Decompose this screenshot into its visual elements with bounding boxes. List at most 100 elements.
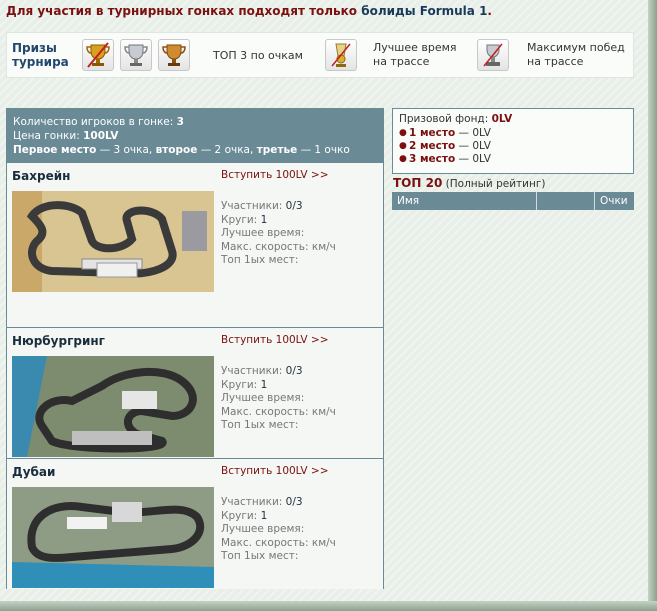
prizes-label-line1: Призы bbox=[12, 41, 57, 55]
join-race-button[interactable]: Вступить 100LV >> bbox=[221, 465, 329, 477]
track-card-dubai: Дубаи Вступить 100LV >> Участники: 0/3 К… bbox=[7, 458, 383, 589]
best-time-line1: Лучшее время bbox=[373, 41, 457, 54]
players-count: Количество игроков в гонке: 3 bbox=[13, 115, 383, 129]
prize-max-wins-label: Максимум побед на трассе bbox=[527, 41, 625, 69]
laps-label: Круги: bbox=[221, 378, 261, 391]
place-value: — 0LV bbox=[455, 153, 491, 165]
notice-text: Для участия в турнирных гонках подходят … bbox=[6, 4, 362, 18]
track-card-nurburgring: Нюрбургринг Вступить 100LV >> Участники:… bbox=[7, 327, 383, 458]
prize-best-time-label: Лучшее время на трассе bbox=[373, 41, 457, 69]
notice-end: . bbox=[487, 4, 492, 18]
tracks-panel: Количество игроков в гонке: 3 Цена гонки… bbox=[6, 108, 384, 589]
players-label: Количество игроков в гонке: bbox=[13, 116, 177, 128]
track-name: Нюрбургринг bbox=[12, 334, 105, 348]
track-map-image bbox=[12, 487, 214, 588]
page-right-border bbox=[648, 0, 657, 611]
prizes-label: Призы турнира bbox=[12, 41, 69, 69]
list-item: 2 место — 0LV bbox=[399, 140, 627, 153]
participants-label: Участники: bbox=[221, 496, 286, 508]
track-name: Бахрейн bbox=[12, 169, 71, 183]
first-place-label: Первое место bbox=[13, 144, 97, 156]
stat-laps: Круги: 1 bbox=[221, 214, 336, 228]
column-divider bbox=[536, 192, 537, 210]
track-name: Дубаи bbox=[12, 465, 56, 479]
stat-max-speed: Макс. скорость: км/ч bbox=[221, 536, 336, 549]
stat-laps: Круги: 1 bbox=[221, 510, 336, 524]
column-name[interactable]: Имя bbox=[397, 195, 419, 207]
stat-participants: Участники: 0/3 bbox=[221, 200, 336, 214]
stat-best-time: Лучшее время: bbox=[221, 392, 305, 404]
prizes-label-line2: турнира bbox=[12, 55, 69, 69]
top20-heading: ТОП 20 (Полный рейтинг) bbox=[393, 176, 545, 190]
column-divider bbox=[594, 192, 595, 210]
fund-value: 0LV bbox=[491, 113, 513, 125]
gold-cup-icon bbox=[82, 39, 114, 71]
best-time-line2: на трассе bbox=[373, 55, 430, 68]
place-label: 1 место bbox=[409, 127, 456, 139]
place-label: 2 место bbox=[409, 140, 456, 152]
stat-best-time: Лучшее время: bbox=[221, 523, 305, 535]
stat-max-speed: Макс. скорость: км/ч bbox=[221, 405, 336, 418]
third-place-label: третье bbox=[256, 144, 298, 156]
laps-value: 1 bbox=[260, 509, 268, 522]
best-time-trophy-icon bbox=[325, 39, 357, 71]
rating-table-header: Имя Очки bbox=[392, 192, 634, 210]
price-label: Цена гонки: bbox=[13, 130, 84, 142]
place-value: — 0LV bbox=[455, 140, 491, 152]
top20-title: ТОП 20 bbox=[393, 176, 443, 190]
formula1-link[interactable]: болиды Formula 1 bbox=[361, 4, 487, 18]
track-stats: Участники: 0/3 Круги: 1 Лучшее время: Ма… bbox=[221, 496, 336, 564]
participants-value: 0/3 bbox=[285, 365, 303, 377]
place-value: — 0LV bbox=[455, 127, 491, 139]
track-card-bahrain: Бахрейн Вступить 100LV >> Участники: 0/3… bbox=[7, 162, 383, 293]
points-rules: Первое место — 3 очка, второе — 2 очка, … bbox=[13, 143, 383, 157]
race-price: Цена гонки: 100LV bbox=[13, 129, 383, 143]
stat-participants: Участники: 0/3 bbox=[221, 496, 336, 510]
silver-cup-icon bbox=[120, 39, 152, 71]
stat-top-first: Топ 1ых мест: bbox=[221, 419, 299, 431]
join-race-button[interactable]: Вступить 100LV >> bbox=[221, 169, 329, 181]
players-value: 3 bbox=[176, 116, 184, 128]
third-place-text: — 1 очко bbox=[297, 144, 350, 156]
stat-participants: Участники: 0/3 bbox=[221, 365, 336, 379]
race-info-header: Количество игроков в гонке: 3 Цена гонки… bbox=[7, 109, 383, 162]
second-place-text: — 2 очка, bbox=[197, 144, 257, 156]
stat-max-speed: Макс. скорость: км/ч bbox=[221, 240, 336, 253]
tournament-prizes-bar: Призы турнира ТОП 3 по очкам Лучшее врем… bbox=[6, 32, 634, 78]
bronze-cup-icon bbox=[158, 39, 190, 71]
track-stats: Участники: 0/3 Круги: 1 Лучшее время: Ма… bbox=[221, 365, 336, 433]
laps-value: 1 bbox=[260, 378, 268, 391]
place-label: 3 место bbox=[409, 153, 456, 165]
prize-fund-total: Призовой фонд: 0LV bbox=[399, 113, 627, 125]
stat-top-first: Топ 1ых мест: bbox=[221, 550, 299, 562]
page-bottom-border bbox=[0, 601, 657, 611]
track-stats: Участники: 0/3 Круги: 1 Лучшее время: Ма… bbox=[221, 200, 336, 268]
prize-fund-box: Призовой фонд: 0LV 1 место — 0LV 2 место… bbox=[392, 108, 634, 174]
participants-label: Участники: bbox=[221, 365, 286, 377]
prize-places-list: 1 место — 0LV 2 место — 0LV 3 место — 0L… bbox=[399, 127, 627, 166]
fund-label: Призовой фонд: bbox=[399, 113, 492, 125]
stat-top-first: Топ 1ых мест: bbox=[221, 254, 299, 266]
laps-label: Круги: bbox=[221, 509, 261, 522]
participants-value: 0/3 bbox=[285, 200, 303, 212]
first-place-text: — 3 очка, bbox=[96, 144, 156, 156]
second-place-label: второе bbox=[155, 144, 198, 156]
tournament-notice: Для участия в турнирных гонках подходят … bbox=[6, 4, 492, 18]
join-race-button[interactable]: Вступить 100LV >> bbox=[221, 334, 329, 346]
column-points[interactable]: Очки bbox=[600, 195, 628, 207]
max-wins-line2: на трассе bbox=[527, 55, 584, 68]
full-rating-link[interactable]: (Полный рейтинг) bbox=[442, 178, 546, 190]
list-item: 3 место — 0LV bbox=[399, 153, 627, 166]
list-item: 1 место — 0LV bbox=[399, 127, 627, 140]
stat-laps: Круги: 1 bbox=[221, 379, 336, 393]
laps-label: Круги: bbox=[221, 213, 261, 226]
max-wins-line1: Максимум побед bbox=[527, 41, 625, 54]
track-map-image bbox=[12, 356, 214, 457]
stat-best-time: Лучшее время: bbox=[221, 227, 305, 239]
track-map-image bbox=[12, 191, 214, 292]
prize-top3-label: ТОП 3 по очкам bbox=[213, 49, 303, 62]
participants-value: 0/3 bbox=[285, 496, 303, 508]
participants-label: Участники: bbox=[221, 200, 286, 212]
price-value: 100LV bbox=[83, 130, 119, 142]
max-wins-trophy-icon bbox=[477, 39, 509, 71]
